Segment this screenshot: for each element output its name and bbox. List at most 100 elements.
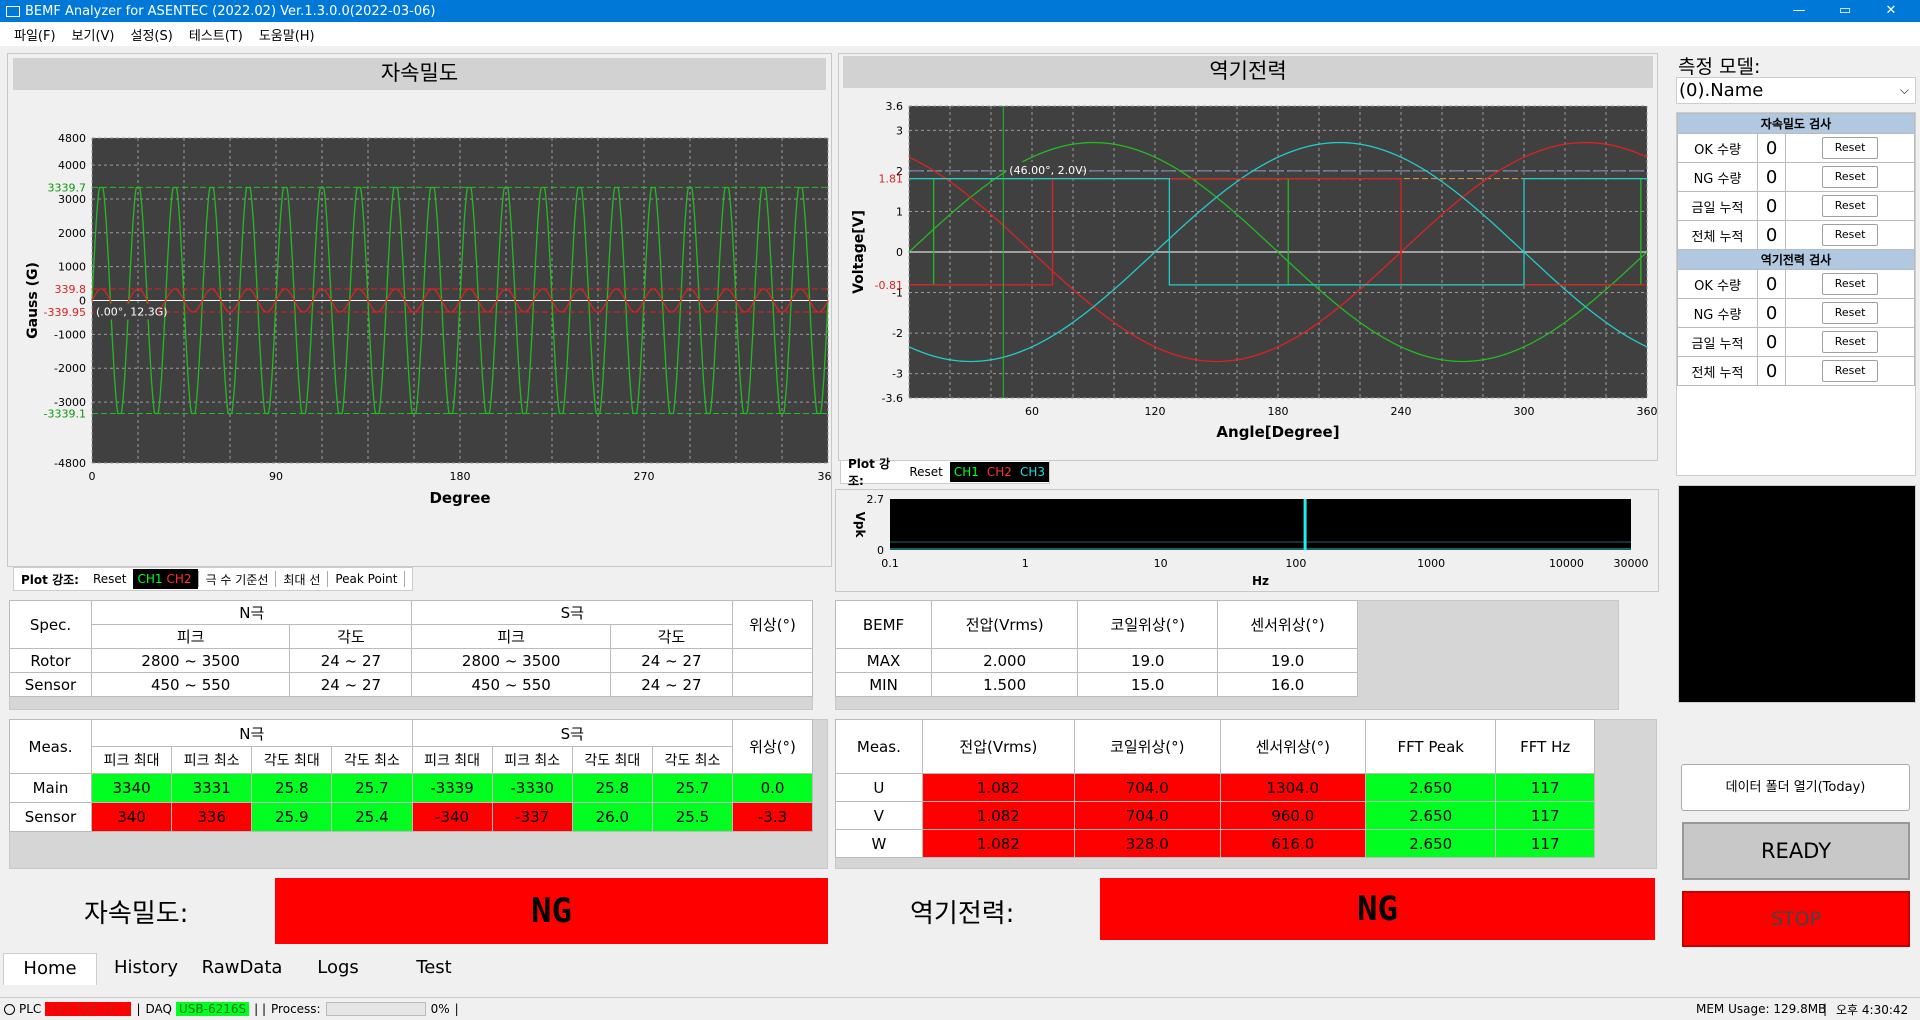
tab-home[interactable]: Home (3, 953, 97, 985)
table-cell: 1.082 (921, 801, 1076, 830)
tab-rawdata[interactable]: RawData (195, 953, 289, 985)
plot-ch3-toggle[interactable]: CH3 (1015, 462, 1049, 482)
section-header-row: 자속밀도 검사 (1677, 113, 1915, 134)
fft-chart[interactable]: 2.7 0 Vpk 0.1 1 10 100 1000 10000 30000 Hz (836, 490, 1658, 591)
max-line-toggle[interactable]: 최대 선 (276, 571, 327, 588)
counter-value: 0 (1756, 298, 1787, 328)
row-label: Sensor (9, 802, 92, 832)
counter-label: 전체 누적 (1677, 356, 1758, 386)
counter-reset-button[interactable]: Reset (1822, 166, 1879, 188)
spec-header: Spec. (9, 600, 92, 649)
cursor-readout: (46.00°, 2.0V) (1009, 164, 1087, 177)
plot-ch2-toggle[interactable]: CH2 (166, 569, 198, 589)
table-cell: 24 ~ 27 (289, 672, 413, 697)
table-cell: 24 ~ 27 (289, 648, 413, 673)
magnetic-chart-panel: 자속밀도 4800 4000 3000 2000 1000 0 -1000 -2000 -300… (7, 53, 832, 567)
menu-help[interactable]: 도움말(H) (251, 25, 323, 44)
marker-label: -0.81 (875, 279, 903, 292)
y-tick-label: 3 (896, 124, 903, 137)
reset-cell: Reset (1785, 298, 1915, 328)
counter-reset-button[interactable]: Reset (1822, 302, 1879, 324)
y-axis-label: Voltage[V] (851, 210, 867, 294)
table-cell: 0.0 (732, 773, 813, 803)
plot-ch2-toggle[interactable]: CH2 (982, 462, 1016, 482)
plot-reset-button[interactable]: Reset (902, 465, 950, 479)
table-cell: 2.650 (1365, 801, 1497, 830)
magnetic-chart[interactable]: 480040003000200010000-1000-2000-3000-480… (8, 94, 831, 564)
table-cell: 117 (1495, 773, 1595, 802)
col-header: 각도 최소 (331, 746, 413, 774)
bemf-meas-table: Meas. 전압(Vrms) 코일위상(°) 센서위상(°) FFT Peak FFT H… (835, 719, 1595, 858)
tab-test[interactable]: Test (387, 953, 481, 985)
table-cell: 16.0 (1217, 672, 1358, 697)
open-data-folder-button[interactable]: 데이터 폴더 열기(Today) (1681, 764, 1910, 811)
col-header: 센서위상(°) (1219, 719, 1367, 774)
bemf-chart[interactable]: 3.63210-1-2-3-3.660 120 180 240 300 360Angle[… (839, 94, 1657, 460)
x-tick-label: 270 (634, 470, 655, 483)
tab-history[interactable]: History (99, 953, 193, 985)
menu-test[interactable]: 테스트(T) (181, 25, 251, 44)
stop-button[interactable]: STOP (1682, 891, 1910, 947)
table-cell: 24 ~ 27 (609, 672, 734, 697)
table-cell: 25.5 (651, 802, 734, 832)
counter-reset-button[interactable]: Reset (1822, 273, 1879, 295)
table-cell: 960.0 (1219, 801, 1367, 830)
table-cell: 25.8 (571, 773, 653, 803)
col-peak: 피크 (90, 624, 291, 649)
plot-reset-button[interactable]: Reset (86, 572, 134, 586)
marker-label: -339.95 (44, 306, 86, 319)
row-label: W (835, 829, 923, 858)
tab-logs[interactable]: Logs (291, 953, 385, 985)
marker-label: -3339.1 (44, 408, 86, 421)
sensor-phase-header: 센서위상(°) (1217, 600, 1358, 649)
y-tick-label: 2.7 (867, 493, 885, 506)
counter-value: 0 (1756, 133, 1787, 163)
counter-reset-button[interactable]: Reset (1822, 224, 1879, 246)
pole-baseline-toggle[interactable]: 극 수 기준선 (199, 571, 276, 588)
magnetic-chart-title: 자속밀도 (13, 58, 826, 90)
table-cell: 25.9 (251, 802, 333, 832)
magnetic-spec-table: Spec. N극 S극 위상(°) 피크 각도 피크 각도 Rotor 2800… (9, 600, 813, 697)
counter-row: OK 수량 0 Reset (1677, 269, 1915, 299)
counter-reset-button[interactable]: Reset (1822, 137, 1879, 159)
peak-point-toggle[interactable]: Peak Point (328, 572, 404, 586)
memory-usage: MEM Usage: 129.8MB (1696, 1002, 1827, 1016)
cursor-readout: (.00°, 12.3G) (96, 306, 168, 319)
table-cell (732, 672, 813, 697)
menu-file[interactable]: 파일(F) (6, 25, 64, 44)
n-pole-header: N극 (90, 600, 413, 625)
x-axis-label: Degree (429, 489, 490, 507)
counter-row: 금일 누적 0 Reset (1677, 327, 1915, 357)
separator (404, 571, 406, 587)
model-select[interactable]: (0).Name ⌵ (1676, 77, 1916, 104)
counter-reset-button[interactable]: Reset (1822, 331, 1879, 353)
menu-settings[interactable]: 설정(S) (123, 25, 181, 44)
table-cell: 19.0 (1217, 648, 1358, 673)
y-tick-label: 0 (877, 544, 884, 557)
counter-reset-button[interactable]: Reset (1822, 195, 1879, 217)
table-cell: -3.3 (732, 802, 813, 832)
process-progress-bar (325, 1002, 426, 1016)
window-title: BEMF Analyzer for ASENTEC (2022.02) Ver.… (25, 3, 436, 19)
table-cell: 15.0 (1077, 672, 1219, 697)
marker-label: 1.81 (879, 173, 904, 186)
meas-header: Meas. (9, 719, 92, 774)
maximize-button[interactable]: ▭ (1822, 0, 1868, 22)
plot-ch1-toggle[interactable]: CH1 (949, 462, 983, 482)
col-header: 피크 최대 (411, 746, 493, 774)
table-cell: 25.7 (331, 773, 413, 803)
n-pole-header: N극 (91, 719, 413, 747)
y-tick-label: -2000 (54, 362, 86, 375)
counter-reset-button[interactable]: Reset (1822, 360, 1879, 382)
table-cell: 450 ~ 550 (411, 672, 611, 697)
col-header: FFT Peak (1365, 719, 1497, 774)
magnetic-plot-toolbar: Plot 강조: Reset CH1 CH2 극 수 기준선 최대 선 Peak… (13, 567, 413, 591)
menu-view[interactable]: 보기(V) (64, 25, 123, 44)
close-button[interactable]: ✕ (1868, 0, 1914, 22)
table-cell: 3331 (171, 773, 253, 803)
magnetic-result-value: NG (275, 878, 828, 944)
ready-button[interactable]: READY (1682, 822, 1910, 880)
y-tick-label: 2000 (58, 227, 86, 240)
plot-ch1-toggle[interactable]: CH1 (133, 569, 167, 589)
minimize-button[interactable]: — (1776, 0, 1822, 22)
